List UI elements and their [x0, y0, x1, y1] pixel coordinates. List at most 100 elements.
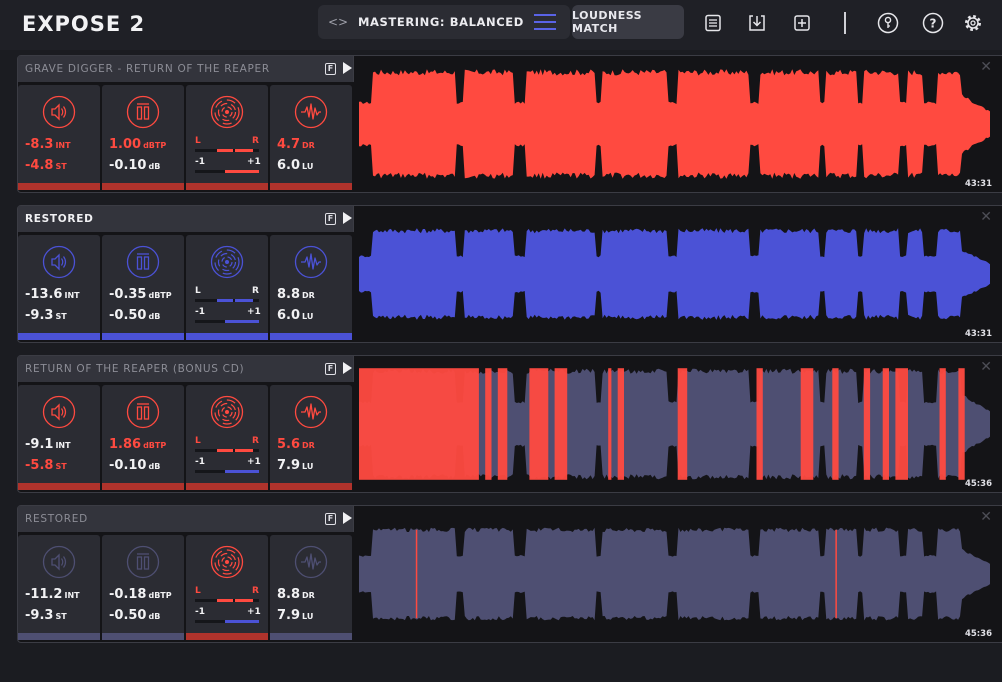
clipping-region: [863, 368, 871, 480]
card-status-bar: [18, 633, 100, 640]
peak-card[interactable]: 1.00 dBTP -0.10 dB: [102, 85, 184, 190]
dynamics-card[interactable]: 8.8 DR 6.0 LU: [270, 235, 352, 340]
balance-right-label: R: [252, 136, 259, 146]
card-status-bar: [18, 483, 100, 490]
balance-meter-fill: [217, 299, 233, 302]
short-term-loudness: -9.3 ST: [25, 308, 67, 323]
peak-card[interactable]: -0.18 dBTP -0.50 dB: [102, 535, 184, 640]
peak-card[interactable]: 1.86 dBTP -0.10 dB: [102, 385, 184, 490]
clipping-marker: [835, 529, 837, 619]
correlation-max-label: +1: [247, 157, 261, 167]
correlation-max-label: +1: [247, 457, 261, 467]
balance-meter-fill: [235, 149, 253, 152]
loudness-range: 6.0 LU: [277, 308, 314, 323]
add-icon[interactable]: [791, 12, 813, 34]
help-icon[interactable]: ?: [922, 12, 944, 34]
speaker-icon: [42, 245, 76, 279]
close-icon[interactable]: ✕: [980, 509, 992, 525]
clipping-region: [554, 368, 568, 480]
play-icon[interactable]: [343, 62, 352, 74]
track-header: RETURN OF THE REAPER (BONUS CD) F: [18, 356, 354, 382]
correlation-min-label: -1: [195, 157, 205, 167]
close-icon[interactable]: ✕: [980, 59, 992, 75]
stereo-card[interactable]: L R -1 +1: [186, 385, 268, 490]
balance-meter-fill: [235, 599, 253, 602]
card-status-bar: [186, 333, 268, 340]
card-status-bar: [18, 183, 100, 190]
track-title[interactable]: GRAVE DIGGER - RETURN OF THE REAPER: [25, 63, 270, 75]
close-icon[interactable]: ✕: [980, 209, 992, 225]
balance-meter-fill: [217, 149, 233, 152]
stereo-card[interactable]: L R -1 +1: [186, 535, 268, 640]
settings-icon[interactable]: [962, 12, 984, 34]
waveform-display[interactable]: ✕ 45:36: [355, 356, 1002, 492]
correlation-meter: [195, 470, 259, 473]
track-title[interactable]: RETURN OF THE REAPER (BONUS CD): [25, 363, 244, 375]
waveform-svg: [359, 228, 990, 320]
balance-left-label: L: [195, 436, 201, 446]
waveform-svg: [359, 368, 990, 480]
dynamic-range: 5.6 DR: [277, 437, 315, 452]
waveform-display[interactable]: ✕ 43:31: [355, 56, 1002, 192]
close-icon[interactable]: ✕: [980, 359, 992, 375]
correlation-min-label: -1: [195, 307, 205, 317]
nav-arrows-icon[interactable]: <>: [328, 15, 352, 29]
play-icon[interactable]: [343, 362, 352, 374]
fullscreen-button[interactable]: F: [325, 363, 336, 375]
short-term-loudness: -5.8 ST: [25, 458, 67, 473]
peak-card[interactable]: -0.35 dBTP -0.50 dB: [102, 235, 184, 340]
card-status-bar: [102, 333, 184, 340]
dynamic-range: 8.8 DR: [277, 287, 315, 302]
waveform-icon: [294, 95, 328, 129]
play-icon[interactable]: [343, 212, 352, 224]
track-duration: 43:31: [964, 179, 992, 189]
fullscreen-button[interactable]: F: [325, 63, 336, 75]
peak-level: -0.50 dB: [109, 608, 161, 623]
clipping-region: [756, 368, 763, 480]
stereo-field-icon: [210, 545, 244, 579]
preset-selector[interactable]: <> MASTERING: BALANCED: [318, 5, 570, 39]
waveform-display[interactable]: ✕ 43:31: [355, 206, 1002, 342]
card-status-bar: [102, 633, 184, 640]
peak-level: -0.10 dB: [109, 458, 161, 473]
dynamics-card[interactable]: 4.7 DR 6.0 LU: [270, 85, 352, 190]
track-panel: RETURN OF THE REAPER (BONUS CD) F -9.1 IN…: [17, 355, 1002, 493]
list-icon[interactable]: [702, 12, 724, 34]
track-header: GRAVE DIGGER - RETURN OF THE REAPER F: [18, 56, 354, 82]
clipping-region: [485, 368, 492, 480]
stereo-card[interactable]: L R -1 +1: [186, 85, 268, 190]
balance-right-label: R: [252, 586, 259, 596]
clipping-region: [939, 368, 946, 480]
peak-level: -0.50 dB: [109, 308, 161, 323]
clipping-region: [895, 368, 908, 480]
correlation-min-label: -1: [195, 457, 205, 467]
loudness-range: 7.9 LU: [277, 458, 314, 473]
stereo-card[interactable]: L R -1 +1: [186, 235, 268, 340]
dynamics-card[interactable]: 5.6 DR 7.9 LU: [270, 385, 352, 490]
play-icon[interactable]: [343, 512, 352, 524]
menu-icon[interactable]: [534, 14, 556, 30]
waveform-display[interactable]: ✕ 45:36: [355, 506, 1002, 642]
speaker-icon: [42, 95, 76, 129]
key-icon[interactable]: [877, 12, 899, 34]
correlation-min-label: -1: [195, 607, 205, 617]
download-icon[interactable]: [746, 12, 768, 34]
waveform-svg: [359, 69, 990, 179]
balance-meter-fill: [217, 449, 233, 452]
clipping-region: [608, 368, 612, 480]
fullscreen-button[interactable]: F: [325, 213, 336, 225]
app-title: EXPOSE 2: [22, 12, 146, 36]
track-duration: 45:36: [964, 629, 992, 639]
loudness-card[interactable]: -9.1 INT -5.8 ST: [18, 385, 100, 490]
dynamic-range: 4.7 DR: [277, 137, 315, 152]
loudness-card[interactable]: -8.3 INT -4.8 ST: [18, 85, 100, 190]
loudness-card[interactable]: -13.6 INT -9.3 ST: [18, 235, 100, 340]
dynamics-card[interactable]: 8.8 DR 7.9 LU: [270, 535, 352, 640]
peak-meter-icon: [126, 545, 160, 579]
correlation-meter-fill: [225, 320, 259, 323]
loudness-card[interactable]: -11.2 INT -9.3 ST: [18, 535, 100, 640]
loudness-match-button[interactable]: LOUDNESS MATCH: [572, 5, 684, 39]
track-title[interactable]: RESTORED: [25, 513, 88, 525]
fullscreen-button[interactable]: F: [325, 513, 336, 525]
track-title[interactable]: RESTORED: [25, 213, 93, 225]
